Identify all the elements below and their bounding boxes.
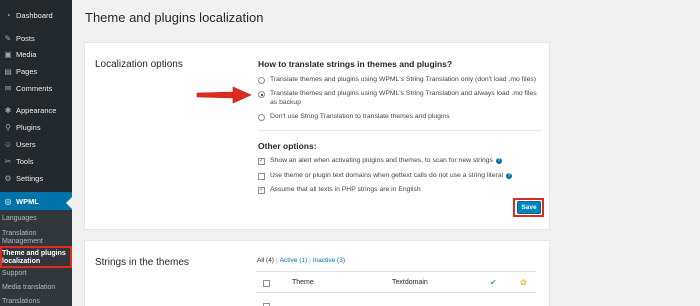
themes-section-label: Strings in the themes <box>95 257 189 268</box>
sidebar-item-label: Settings <box>16 174 44 183</box>
localization-section-label: Localization options <box>95 59 183 70</box>
submenu-item-translation-management[interactable]: Translation Management <box>0 230 60 246</box>
radio-label: Don't use String Translation to translat… <box>270 113 450 120</box>
wpml-icon: ◎ <box>4 196 12 206</box>
checkbox-checked[interactable]: ✓ <box>258 158 265 165</box>
sidebar-item-comments[interactable]: ✉ Comments <box>0 80 72 97</box>
help-icon[interactable]: ? <box>506 173 513 179</box>
select-all-checkbox[interactable] <box>263 280 270 287</box>
checkbox-label: Show an alert when activating plugins an… <box>270 157 493 164</box>
sidebar-item-plugins[interactable]: ⚲ Plugins <box>0 119 72 136</box>
filter-all[interactable]: All (4) <box>257 257 274 264</box>
sidebar-item-label: Tools <box>16 157 34 166</box>
appearance-icon: ✱ <box>4 106 12 115</box>
column-header-theme[interactable]: Theme <box>292 279 314 286</box>
sidebar-item-settings[interactable]: ⚙ Settings <box>0 170 72 187</box>
sidebar-item-posts[interactable]: ✎ Posts <box>0 30 72 47</box>
radio-button[interactable] <box>258 77 265 84</box>
checkbox-option-alert-scan[interactable]: ✓ Show an alert when activating plugins a… <box>258 157 542 166</box>
sidebar-item-media[interactable]: ▣ Media <box>0 46 72 63</box>
sidebar-item-wpml[interactable]: ◎ WPML <box>0 192 72 210</box>
radio-label: Translate themes and plugins using WPML'… <box>270 76 537 83</box>
help-icon[interactable]: ? <box>495 158 502 164</box>
filter-active[interactable]: Active (1) <box>280 257 307 264</box>
submenu-item-translations[interactable]: Translations <box>0 298 72 306</box>
radio-option-no-st[interactable]: Don't use String Translation to translat… <box>258 113 538 122</box>
filter-separator: | <box>309 257 311 264</box>
comments-icon: ✉ <box>4 84 12 93</box>
filter-inactive[interactable]: Inactive (3) <box>313 257 345 264</box>
submenu-item-languages[interactable]: Languages <box>0 215 72 223</box>
save-button[interactable]: Save <box>517 201 541 214</box>
sidebar-item-label: Dashboard <box>16 11 53 20</box>
radio-option-st-only[interactable]: Translate themes and plugins using WPML'… <box>258 76 538 85</box>
sidebar-highlight-box <box>0 246 72 268</box>
radio-label: Translate themes and plugins using WPML'… <box>270 90 537 106</box>
sidebar-item-label: Pages <box>16 67 38 76</box>
other-options-heading: Other options: <box>258 141 317 151</box>
red-arrow-annotation <box>196 86 252 104</box>
checkbox-checked[interactable]: ✓ <box>258 187 265 194</box>
plugins-icon: ⚲ <box>5 123 11 132</box>
theme-filter-links: All (4) | Active (1) | Inactive (3) <box>257 257 345 264</box>
status-flower-icon: ✿ <box>520 278 527 287</box>
sidebar-item-label: Users <box>16 140 36 149</box>
page-title: Theme and plugins localization <box>85 10 264 25</box>
options-divider <box>258 130 542 131</box>
checkbox-label: Assume that all texts in PHP strings are… <box>270 186 421 193</box>
radio-button[interactable] <box>258 114 265 121</box>
settings-icon: ⚙ <box>4 174 12 183</box>
filter-separator: | <box>275 257 278 264</box>
checkbox[interactable] <box>258 173 265 180</box>
media-icon: ▣ <box>4 50 12 59</box>
column-header-textdomain[interactable]: Textdomain <box>392 279 428 286</box>
sidebar-item-label: Posts <box>16 34 35 43</box>
checkbox-option-text-domains[interactable]: Use theme or plugin text domains when ge… <box>258 172 542 181</box>
radio-button-selected[interactable] <box>258 91 265 98</box>
pages-icon: ▤ <box>4 67 12 76</box>
sidebar-item-dashboard[interactable]: ◔ Dashboard <box>0 7 72 24</box>
dashboard-icon: ◔ <box>5 11 11 20</box>
sidebar-item-label: Media <box>16 50 37 59</box>
translate-question-heading: How to translate strings in themes and p… <box>258 59 453 69</box>
sidebar-item-label: WPML <box>16 196 39 206</box>
themes-table-header: Theme Textdomain ✔ ✿ <box>256 271 536 293</box>
radio-option-st-mo-backup[interactable]: Translate themes and plugins using WPML'… <box>258 90 538 107</box>
check-icon: ✔ <box>490 278 497 287</box>
sidebar-item-appearance[interactable]: ✱ Appearance <box>0 102 72 119</box>
admin-sidebar: ◔ Dashboard ✎ Posts ▣ Media ▤ Pages ✉ Comment… <box>0 0 72 306</box>
sidebar-item-label: Plugins <box>16 123 41 132</box>
localization-options-panel <box>84 42 550 230</box>
sidebar-item-tools[interactable]: ✂ Tools <box>0 153 72 170</box>
checkbox-label: Use theme or plugin text domains when ge… <box>270 172 504 179</box>
users-icon: ☺ <box>3 140 13 149</box>
sidebar-item-users[interactable]: ☺ Users <box>0 136 72 153</box>
submenu-item-media-translation[interactable]: Media translation <box>0 284 72 292</box>
checkbox-option-english[interactable]: ✓ Assume that all texts in PHP strings ar… <box>258 186 542 195</box>
sidebar-item-label: Comments <box>16 84 53 93</box>
pushpin-icon: ✎ <box>4 34 12 43</box>
sidebar-item-pages[interactable]: ▤ Pages <box>0 63 72 80</box>
submenu-item-support[interactable]: Support <box>0 270 72 278</box>
tools-icon: ✂ <box>4 157 12 166</box>
current-menu-arrow <box>66 197 72 209</box>
sidebar-item-label: Appearance <box>16 106 57 115</box>
